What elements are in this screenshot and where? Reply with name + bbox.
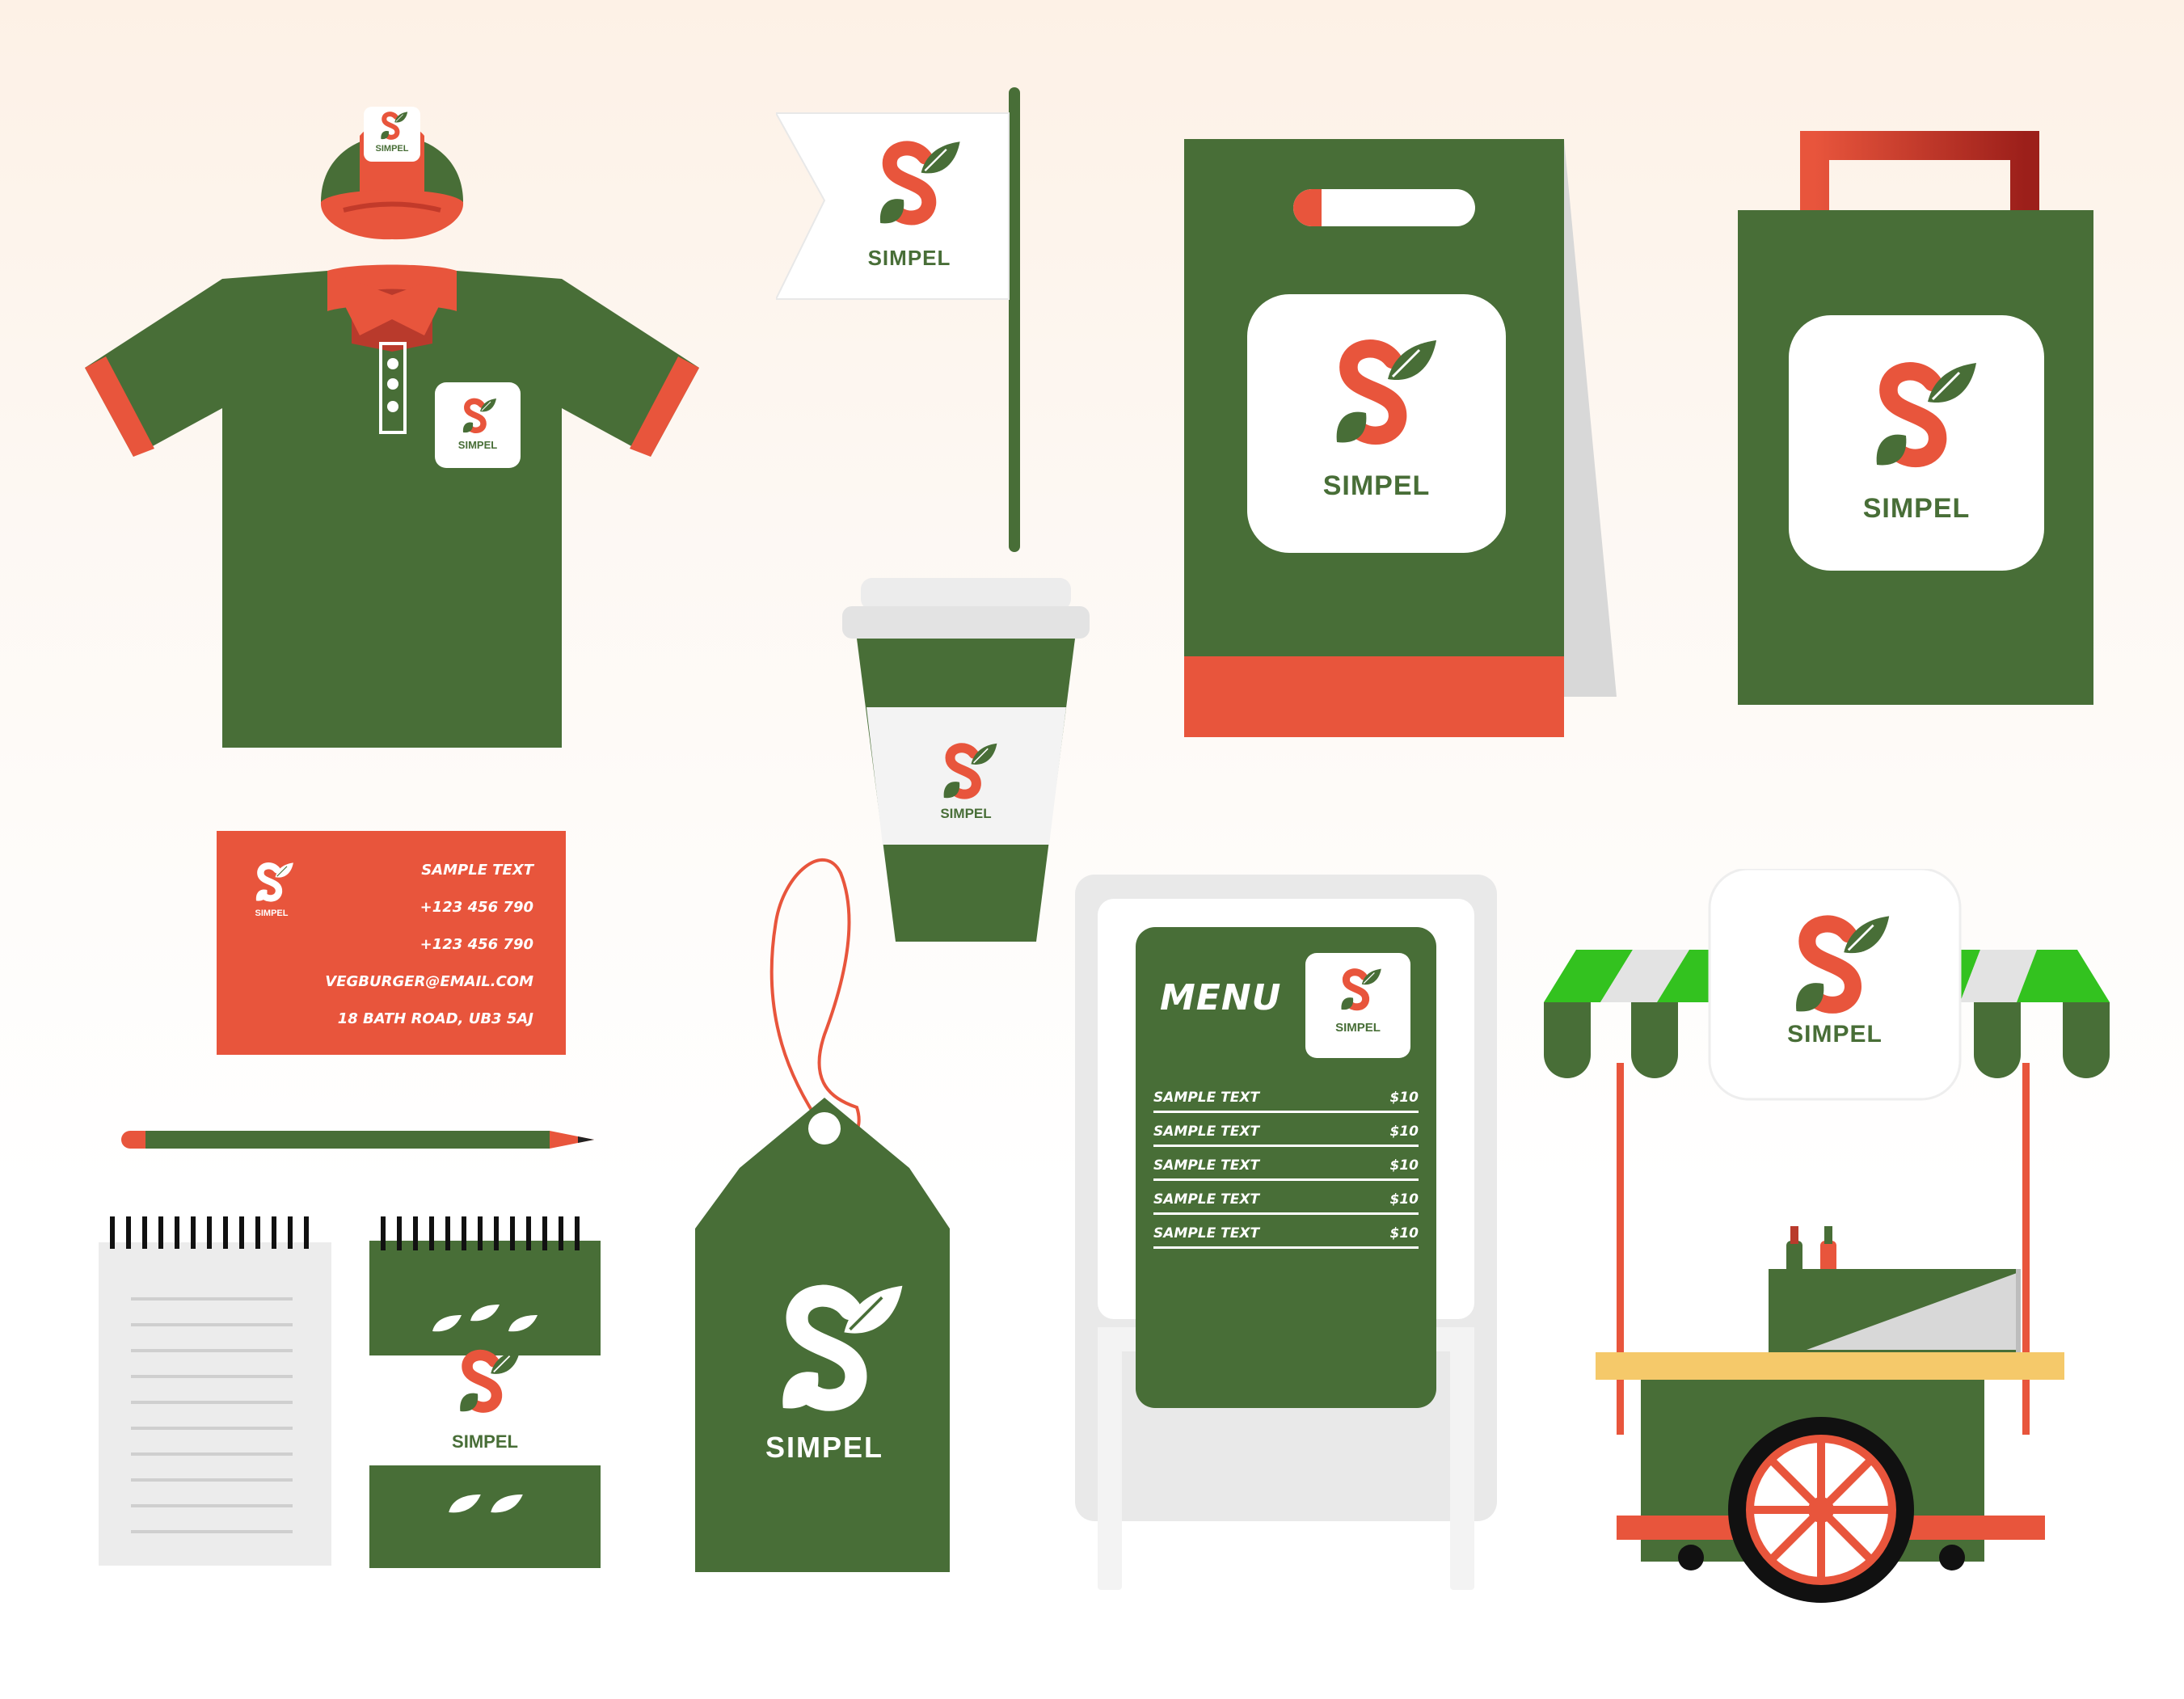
business-card-line-5: 18 BATH ROAD, UB3 5AJ (337, 1010, 533, 1027)
menu-item-price: $10 (1389, 1225, 1419, 1242)
flag: SIMPEL (776, 87, 1035, 556)
menu-logo-text: SIMPEL (1335, 1021, 1381, 1035)
menu-logo-box: SIMPEL (1305, 953, 1410, 1058)
cap: SIMPEL (311, 81, 473, 242)
flag-logo-text: SIMPEL (867, 246, 951, 270)
hang-tag-logo-icon (760, 1277, 905, 1423)
polo-logo-icon (457, 396, 497, 436)
menu-item-label: SAMPLE TEXT (1153, 1191, 1260, 1208)
cup-logo-text: SIMPEL (940, 806, 992, 821)
polo-shirt: SIMPEL (85, 263, 699, 748)
cart-logo-text: SIMPEL (1787, 1021, 1883, 1048)
food-cart: SIMPEL (1544, 869, 2110, 1613)
business-card: SIMPEL SAMPLE TEXT +123 456 790 +123 456… (217, 831, 566, 1055)
business-card-line-1: SAMPLE TEXT (421, 862, 533, 879)
tall-bag-logo-text: SIMPEL (1322, 470, 1431, 501)
menu-title: MENU (1160, 977, 1282, 1018)
menu-board: MENU SIMPEL SAMPLE TEXT $10 SAMPLE TEXT … (1136, 927, 1436, 1408)
menu-item-label: SAMPLE TEXT (1153, 1090, 1260, 1106)
notepad-logo-icon (449, 1346, 521, 1419)
business-card-logo-text: SIMPEL (255, 909, 289, 918)
polo-logo-text: SIMPEL (457, 439, 498, 451)
menu-item-price: $10 (1389, 1124, 1419, 1140)
hang-tag: SIMPEL (695, 841, 954, 1576)
notepad-branded: SIMPEL (368, 1216, 602, 1568)
menu-sign: MENU SIMPEL SAMPLE TEXT $10 SAMPLE TEXT … (1075, 875, 1497, 1590)
pencil (121, 1128, 594, 1152)
cart-logo-icon (1778, 909, 1891, 1022)
menu-item-price: $10 (1389, 1157, 1419, 1174)
menu-item: SAMPLE TEXT $10 (1153, 1111, 1419, 1147)
menu-item-label: SAMPLE TEXT (1153, 1124, 1260, 1140)
business-card-logo-icon (249, 860, 294, 905)
menu-item: SAMPLE TEXT $10 (1153, 1178, 1419, 1215)
menu-item-price: $10 (1389, 1090, 1419, 1106)
flag-logo-icon (865, 136, 962, 233)
menu-item: SAMPLE TEXT $10 (1153, 1077, 1419, 1113)
notepad-logo-text: SIMPEL (452, 1431, 518, 1452)
tall-bag-logo-icon (1318, 333, 1439, 454)
menu-item-label: SAMPLE TEXT (1153, 1157, 1260, 1174)
menu-item-label: SAMPLE TEXT (1153, 1225, 1260, 1242)
menu-item: SAMPLE TEXT $10 (1153, 1145, 1419, 1181)
hang-tag-logo-text: SIMPEL (765, 1431, 883, 1464)
cup-logo-icon (934, 740, 998, 804)
business-card-line-2: +123 456 790 (420, 899, 533, 916)
cap-logo-icon (376, 110, 408, 142)
cap-logo-text: SIMPEL (375, 144, 409, 154)
tote-logo-icon (1857, 356, 1979, 477)
tote-logo-text: SIMPEL (1862, 493, 1971, 524)
menu-logo-icon (1334, 966, 1382, 1014)
business-card-line-4: VEGBURGER@EMAIL.COM (325, 973, 533, 990)
business-card-line-3: +123 456 790 (420, 936, 533, 953)
notepad-lined (99, 1216, 331, 1566)
paper-bag-tall: SIMPEL (1184, 139, 1621, 737)
menu-item: SAMPLE TEXT $10 (1153, 1212, 1419, 1249)
tote-bag: SIMPEL (1738, 129, 2093, 705)
menu-item-price: $10 (1389, 1191, 1419, 1208)
